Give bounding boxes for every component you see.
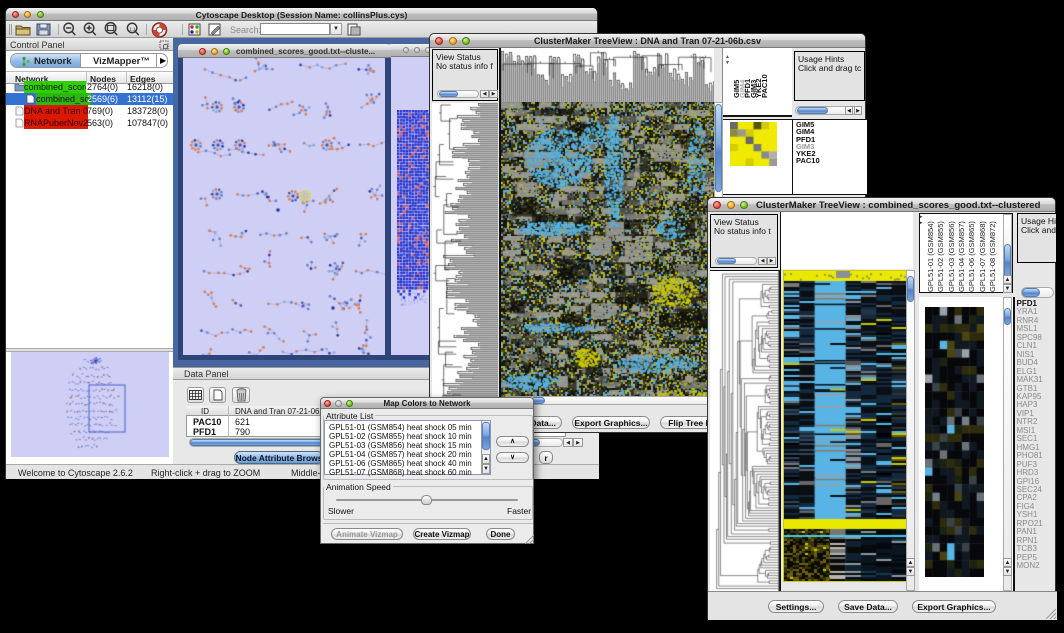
svg-text:1:1: 1:1	[129, 26, 136, 31]
